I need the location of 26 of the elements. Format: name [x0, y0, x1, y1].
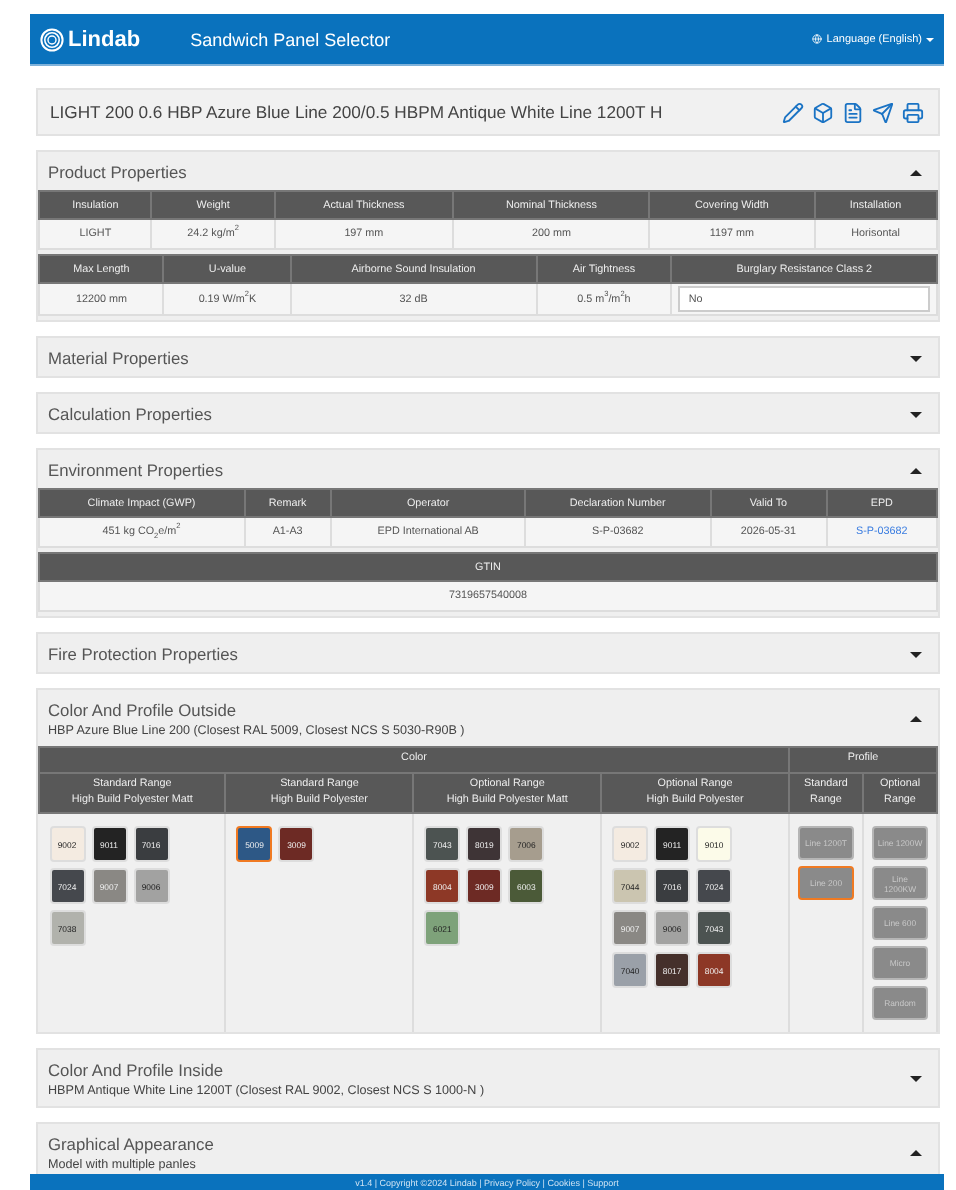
app-title: Sandwich Panel Selector: [190, 29, 393, 49]
printer-icon[interactable]: [902, 101, 924, 123]
caret-icon[interactable]: [910, 651, 922, 657]
caret-icon[interactable]: [910, 1149, 922, 1156]
product-title: LIGHT 200 0.6 HBP Azure Blue Line 200/0.5 HBPM Antique White Line 1200T H: [50, 102, 665, 122]
section-title[interactable]: Material Properties: [48, 348, 910, 368]
caret-icon[interactable]: [910, 169, 922, 175]
send-icon[interactable]: [872, 101, 894, 123]
caret-icon[interactable]: [910, 411, 922, 417]
globe-icon: [812, 34, 823, 44]
section-title[interactable]: Graphical Appearance: [48, 1133, 910, 1154]
document-icon[interactable]: [842, 101, 864, 123]
section-title[interactable]: Calculation Properties: [48, 404, 910, 424]
caret-icon[interactable]: [910, 715, 922, 721]
caret-icon[interactable]: [910, 467, 922, 473]
brand-name: Lindab: [68, 27, 141, 51]
caret-icon[interactable]: [910, 355, 922, 361]
section-title[interactable]: Color And Profile Inside: [48, 1059, 910, 1080]
caret-icon[interactable]: [910, 1075, 922, 1082]
pencil-icon[interactable]: [782, 101, 804, 123]
logo-icon: [40, 27, 64, 51]
section-title[interactable]: Environment Properties: [48, 460, 910, 480]
cube-icon[interactable]: [812, 101, 834, 123]
section-title[interactable]: Color And Profile Outside: [48, 699, 910, 719]
section-title[interactable]: Product Properties: [48, 162, 910, 182]
section-title[interactable]: Fire Protection Properties: [48, 644, 910, 664]
